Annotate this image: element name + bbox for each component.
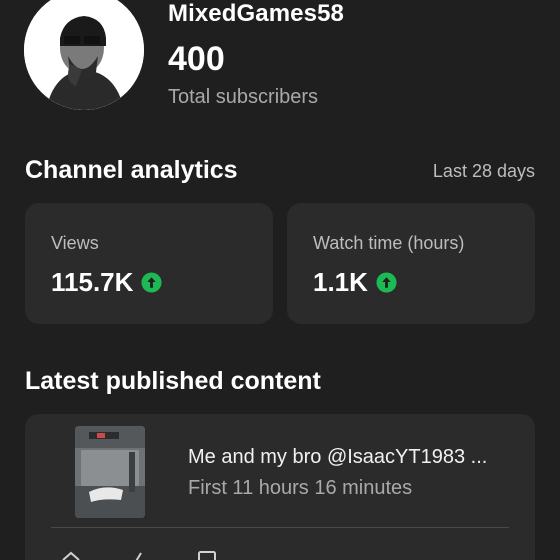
channel-name: MixedGames58 (168, 0, 344, 27)
views-icon (62, 551, 80, 560)
like-icon (135, 552, 142, 560)
arrow-up-circle-icon (376, 272, 397, 293)
subscriber-label: Total subscribers (168, 86, 319, 108)
analytics-period[interactable]: Last 28 days (433, 161, 535, 182)
video-thumbnail[interactable] (75, 426, 145, 518)
video-stats (61, 550, 225, 560)
video-comments-stat (197, 550, 225, 560)
views-value-row: 115.7K (51, 267, 162, 298)
channel-header: MixedGames58 400 Total subscribers (0, 0, 560, 130)
divider (51, 527, 509, 528)
arrow-up-circle-icon (141, 272, 162, 293)
latest-video-card[interactable]: Me and my bro @IsaacYT1983 ... First 11 … (25, 414, 535, 560)
comments-icon (198, 551, 216, 560)
subscriber-count: 400 (168, 40, 225, 78)
avatar-icon (24, 0, 144, 110)
watch-time-value-row: 1.1K (313, 267, 397, 298)
watch-time-value: 1.1K (313, 267, 368, 297)
video-views-stat (61, 550, 89, 560)
analytics-title: Channel analytics (25, 156, 238, 184)
views-card[interactable]: Views 115.7K (25, 203, 273, 324)
watch-time-label: Watch time (hours) (313, 233, 465, 253)
video-likes-stat (129, 550, 157, 560)
views-label: Views (51, 233, 99, 253)
video-title[interactable]: Me and my bro @IsaacYT1983 ... (188, 446, 487, 469)
latest-content-title: Latest published content (25, 367, 321, 395)
video-subtitle: First 11 hours 16 minutes (188, 477, 413, 499)
channel-avatar[interactable] (24, 0, 144, 110)
video-thumbnail-image (75, 426, 145, 518)
watch-time-card[interactable]: Watch time (hours) 1.1K (287, 203, 535, 324)
views-value: 115.7K (51, 267, 134, 297)
